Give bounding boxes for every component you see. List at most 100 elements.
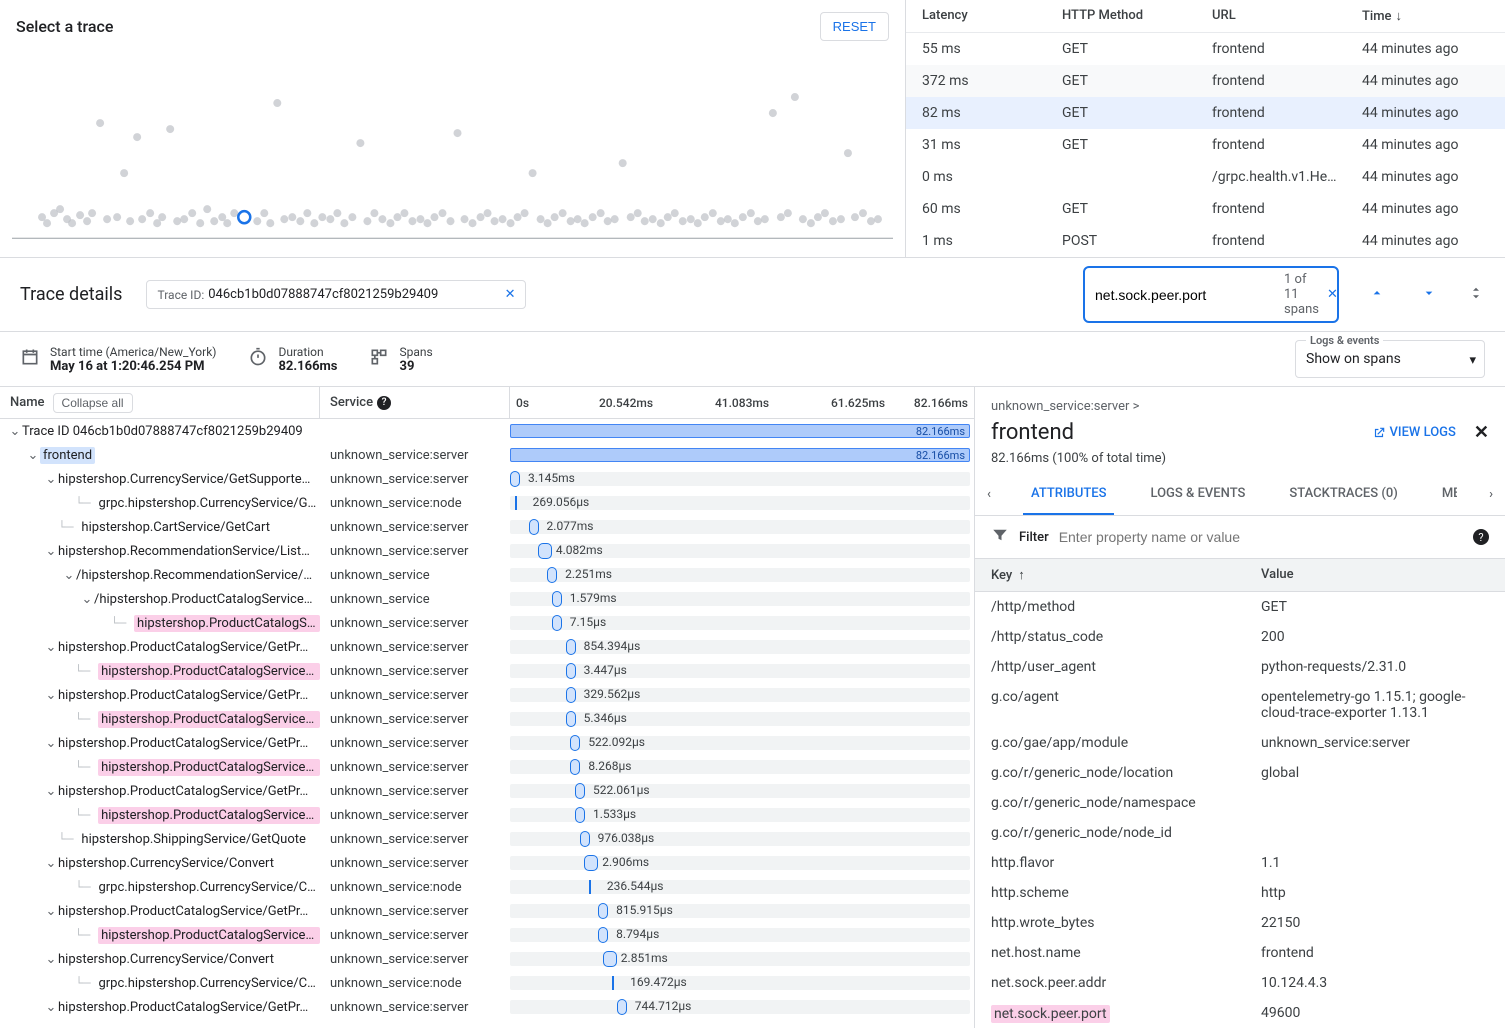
timeline-header: 0s20.542ms41.083ms61.625ms82.166ms [510, 387, 974, 418]
span-row[interactable]: └─ hipstershop.CartService/GetCart unkno… [0, 515, 974, 539]
span-row[interactable]: ⌄hipstershop.ProductCatalogService/GetPr… [0, 899, 974, 923]
calendar-icon [20, 347, 40, 371]
chevron-down-icon[interactable]: ⌄ [8, 424, 22, 439]
trace-row[interactable]: 60 msGETfrontend44 minutes ago [906, 193, 1505, 225]
tabs-prev-icon[interactable]: ‹ [983, 487, 995, 502]
tab-attributes[interactable]: ATTRIBUTES [1023, 474, 1114, 515]
th-latency[interactable]: Latency [922, 8, 1062, 24]
span-row[interactable]: ⌄hipstershop.ProductCatalogService/GetPr… [0, 779, 974, 803]
chevron-down-icon[interactable]: ⌄ [80, 592, 94, 607]
attr-row[interactable]: net.host.namefrontend [975, 938, 1505, 968]
breadcrumb[interactable]: unknown_service:server > [991, 399, 1489, 414]
col-name[interactable]: Name [10, 395, 45, 410]
attr-row[interactable]: g.co/gae/app/moduleunknown_service:serve… [975, 728, 1505, 758]
chevron-down-icon[interactable]: ⌄ [44, 688, 58, 703]
span-row[interactable]: ⌄/hipstershop.ProductCatalogService… unk… [0, 587, 974, 611]
filter-input[interactable] [1059, 529, 1463, 545]
chevron-down-icon[interactable]: ⌄ [44, 952, 58, 967]
span-search-input[interactable]: 1 of 11 spans ✕ [1083, 266, 1339, 323]
scatter-title: Select a trace [16, 17, 113, 36]
span-row[interactable]: ⌄hipstershop.ProductCatalogService/GetPr… [0, 683, 974, 707]
th-url[interactable]: URL [1212, 8, 1362, 24]
attr-row[interactable]: http.wrote_bytes22150 [975, 908, 1505, 938]
span-row[interactable]: └─ hipstershop.ProductCatalogService/Get… [0, 803, 974, 827]
attr-row[interactable]: /http/status_code200 [975, 622, 1505, 652]
th-method[interactable]: HTTP Method [1062, 8, 1212, 24]
trace-row[interactable]: 1 msPOSTfrontend44 minutes ago [906, 225, 1505, 257]
attr-row[interactable]: g.co/r/generic_node/namespace [975, 788, 1505, 818]
th-value[interactable]: Value [1261, 567, 1489, 583]
span-row[interactable]: └─ hipstershop.ProductCatalogService/Get… [0, 659, 974, 683]
trace-row[interactable]: 55 msGETfrontend44 minutes ago [906, 33, 1505, 65]
stopwatch-icon [248, 347, 268, 371]
span-row[interactable]: ⌄Trace ID 046cb1b0d07888747cf8021259b294… [0, 419, 974, 443]
chevron-down-icon[interactable]: ⌄ [44, 472, 58, 487]
span-row[interactable]: └─ hipstershop.ShippingService/GetQuote … [0, 827, 974, 851]
span-row[interactable]: └─ grpc.hipstershop.CurrencyService/GetS… [0, 491, 974, 515]
attr-row[interactable]: g.co/r/generic_node/node_id [975, 818, 1505, 848]
trace-row[interactable]: 0 ms/grpc.health.v1.He…44 minutes ago [906, 161, 1505, 193]
chevron-down-icon[interactable]: ⌄ [44, 736, 58, 751]
help-icon[interactable]: ? [377, 396, 391, 410]
span-row[interactable]: ⌄hipstershop.CurrencyService/Convert unk… [0, 947, 974, 971]
col-service[interactable]: Service [330, 395, 373, 410]
attr-row[interactable]: net.sock.peer.addr10.124.4.3 [975, 968, 1505, 998]
details-title: Trace details [20, 284, 122, 305]
span-row[interactable]: └─ hipstershop.ProductCatalogService/Get… [0, 755, 974, 779]
spans-icon [369, 347, 389, 371]
span-row[interactable]: ⌄hipstershop.CurrencyService/GetSupporte… [0, 467, 974, 491]
search-prev-icon[interactable] [1363, 285, 1391, 305]
th-key[interactable]: Key↑ [991, 567, 1261, 583]
chevron-down-icon[interactable]: ⌄ [44, 640, 58, 655]
attr-row[interactable]: http.schemehttp [975, 878, 1505, 908]
span-row[interactable]: ⌄hipstershop.RecommendationService/List…… [0, 539, 974, 563]
trace-row[interactable]: 372 msGETfrontend44 minutes ago [906, 65, 1505, 97]
clear-search-icon[interactable]: ✕ [1327, 287, 1338, 302]
span-row[interactable]: ⌄frontend unknown_service:server 82.166m… [0, 443, 974, 467]
chevron-down-icon[interactable]: ⌄ [44, 544, 58, 559]
chevron-down-icon[interactable]: ⌄ [44, 1000, 58, 1015]
logs-select[interactable]: Logs & events Show on spans ▾ [1295, 340, 1485, 378]
duration-value: 82.166ms [278, 359, 337, 374]
span-row[interactable]: └─ grpc.hipstershop.CurrencyService/Conv… [0, 971, 974, 995]
span-row[interactable]: ⌄hipstershop.ProductCatalogService/GetPr… [0, 731, 974, 755]
chevron-down-icon[interactable]: ⌄ [44, 856, 58, 871]
trace-row[interactable]: 82 msGETfrontend44 minutes ago [906, 97, 1505, 129]
tab-metad[interactable]: METAD [1434, 474, 1457, 515]
tab-stacktraces-[interactable]: STACKTRACES (0) [1281, 474, 1405, 515]
span-row[interactable]: └─ hipstershop.ProductCatalogService/Get… [0, 923, 974, 947]
attr-row[interactable]: net.sock.peer.port49600 [975, 998, 1505, 1028]
span-row[interactable]: ⌄/hipstershop.RecommendationService/… un… [0, 563, 974, 587]
attr-row[interactable]: http.flavor1.1 [975, 848, 1505, 878]
span-row[interactable]: └─ hipstershop.ProductCatalogService/Get… [0, 707, 974, 731]
duration-label: Duration [278, 345, 337, 359]
span-row[interactable]: ⌄hipstershop.CurrencyService/Convert unk… [0, 851, 974, 875]
tabs-next-icon[interactable]: › [1485, 487, 1497, 502]
chevron-down-icon[interactable]: ⌄ [44, 904, 58, 919]
unfold-icon[interactable] [1467, 284, 1485, 306]
close-panel-icon[interactable]: ✕ [1474, 422, 1489, 443]
search-next-icon[interactable] [1415, 285, 1443, 305]
chevron-down-icon[interactable]: ⌄ [62, 568, 76, 583]
attr-row[interactable]: /http/user_agentpython-requests/2.31.0 [975, 652, 1505, 682]
collapse-all-button[interactable]: Collapse all [53, 393, 133, 413]
th-time[interactable]: Time↓ [1362, 8, 1489, 24]
chevron-down-icon[interactable]: ⌄ [44, 784, 58, 799]
tab-logs-events[interactable]: LOGS & EVENTS [1142, 474, 1253, 515]
scatter-plot[interactable] [12, 51, 893, 255]
trace-row[interactable]: 31 msGETfrontend44 minutes ago [906, 129, 1505, 161]
view-logs-button[interactable]: VIEW LOGS [1372, 425, 1456, 440]
attr-row[interactable]: g.co/agentopentelemetry-go 1.15.1; googl… [975, 682, 1505, 728]
clear-traceid-icon[interactable]: ✕ [505, 287, 516, 302]
reset-button[interactable]: RESET [820, 12, 889, 41]
span-row[interactable]: └─ hipstershop.ProductCatalogServi… unkn… [0, 611, 974, 635]
span-row[interactable]: └─ grpc.hipstershop.CurrencyService/Conv… [0, 875, 974, 899]
attr-row[interactable]: /http/methodGET [975, 592, 1505, 622]
traceid-input[interactable]: Trace ID: 046cb1b0d07888747cf8021259b294… [146, 280, 526, 309]
attr-row[interactable]: g.co/r/generic_node/locationglobal [975, 758, 1505, 788]
chevron-down-icon[interactable]: ⌄ [26, 448, 40, 463]
info-icon[interactable]: ? [1473, 529, 1489, 545]
chevron-down-icon: ▾ [1469, 353, 1476, 368]
span-row[interactable]: ⌄hipstershop.ProductCatalogService/GetPr… [0, 635, 974, 659]
spans-label: Spans [399, 345, 432, 359]
